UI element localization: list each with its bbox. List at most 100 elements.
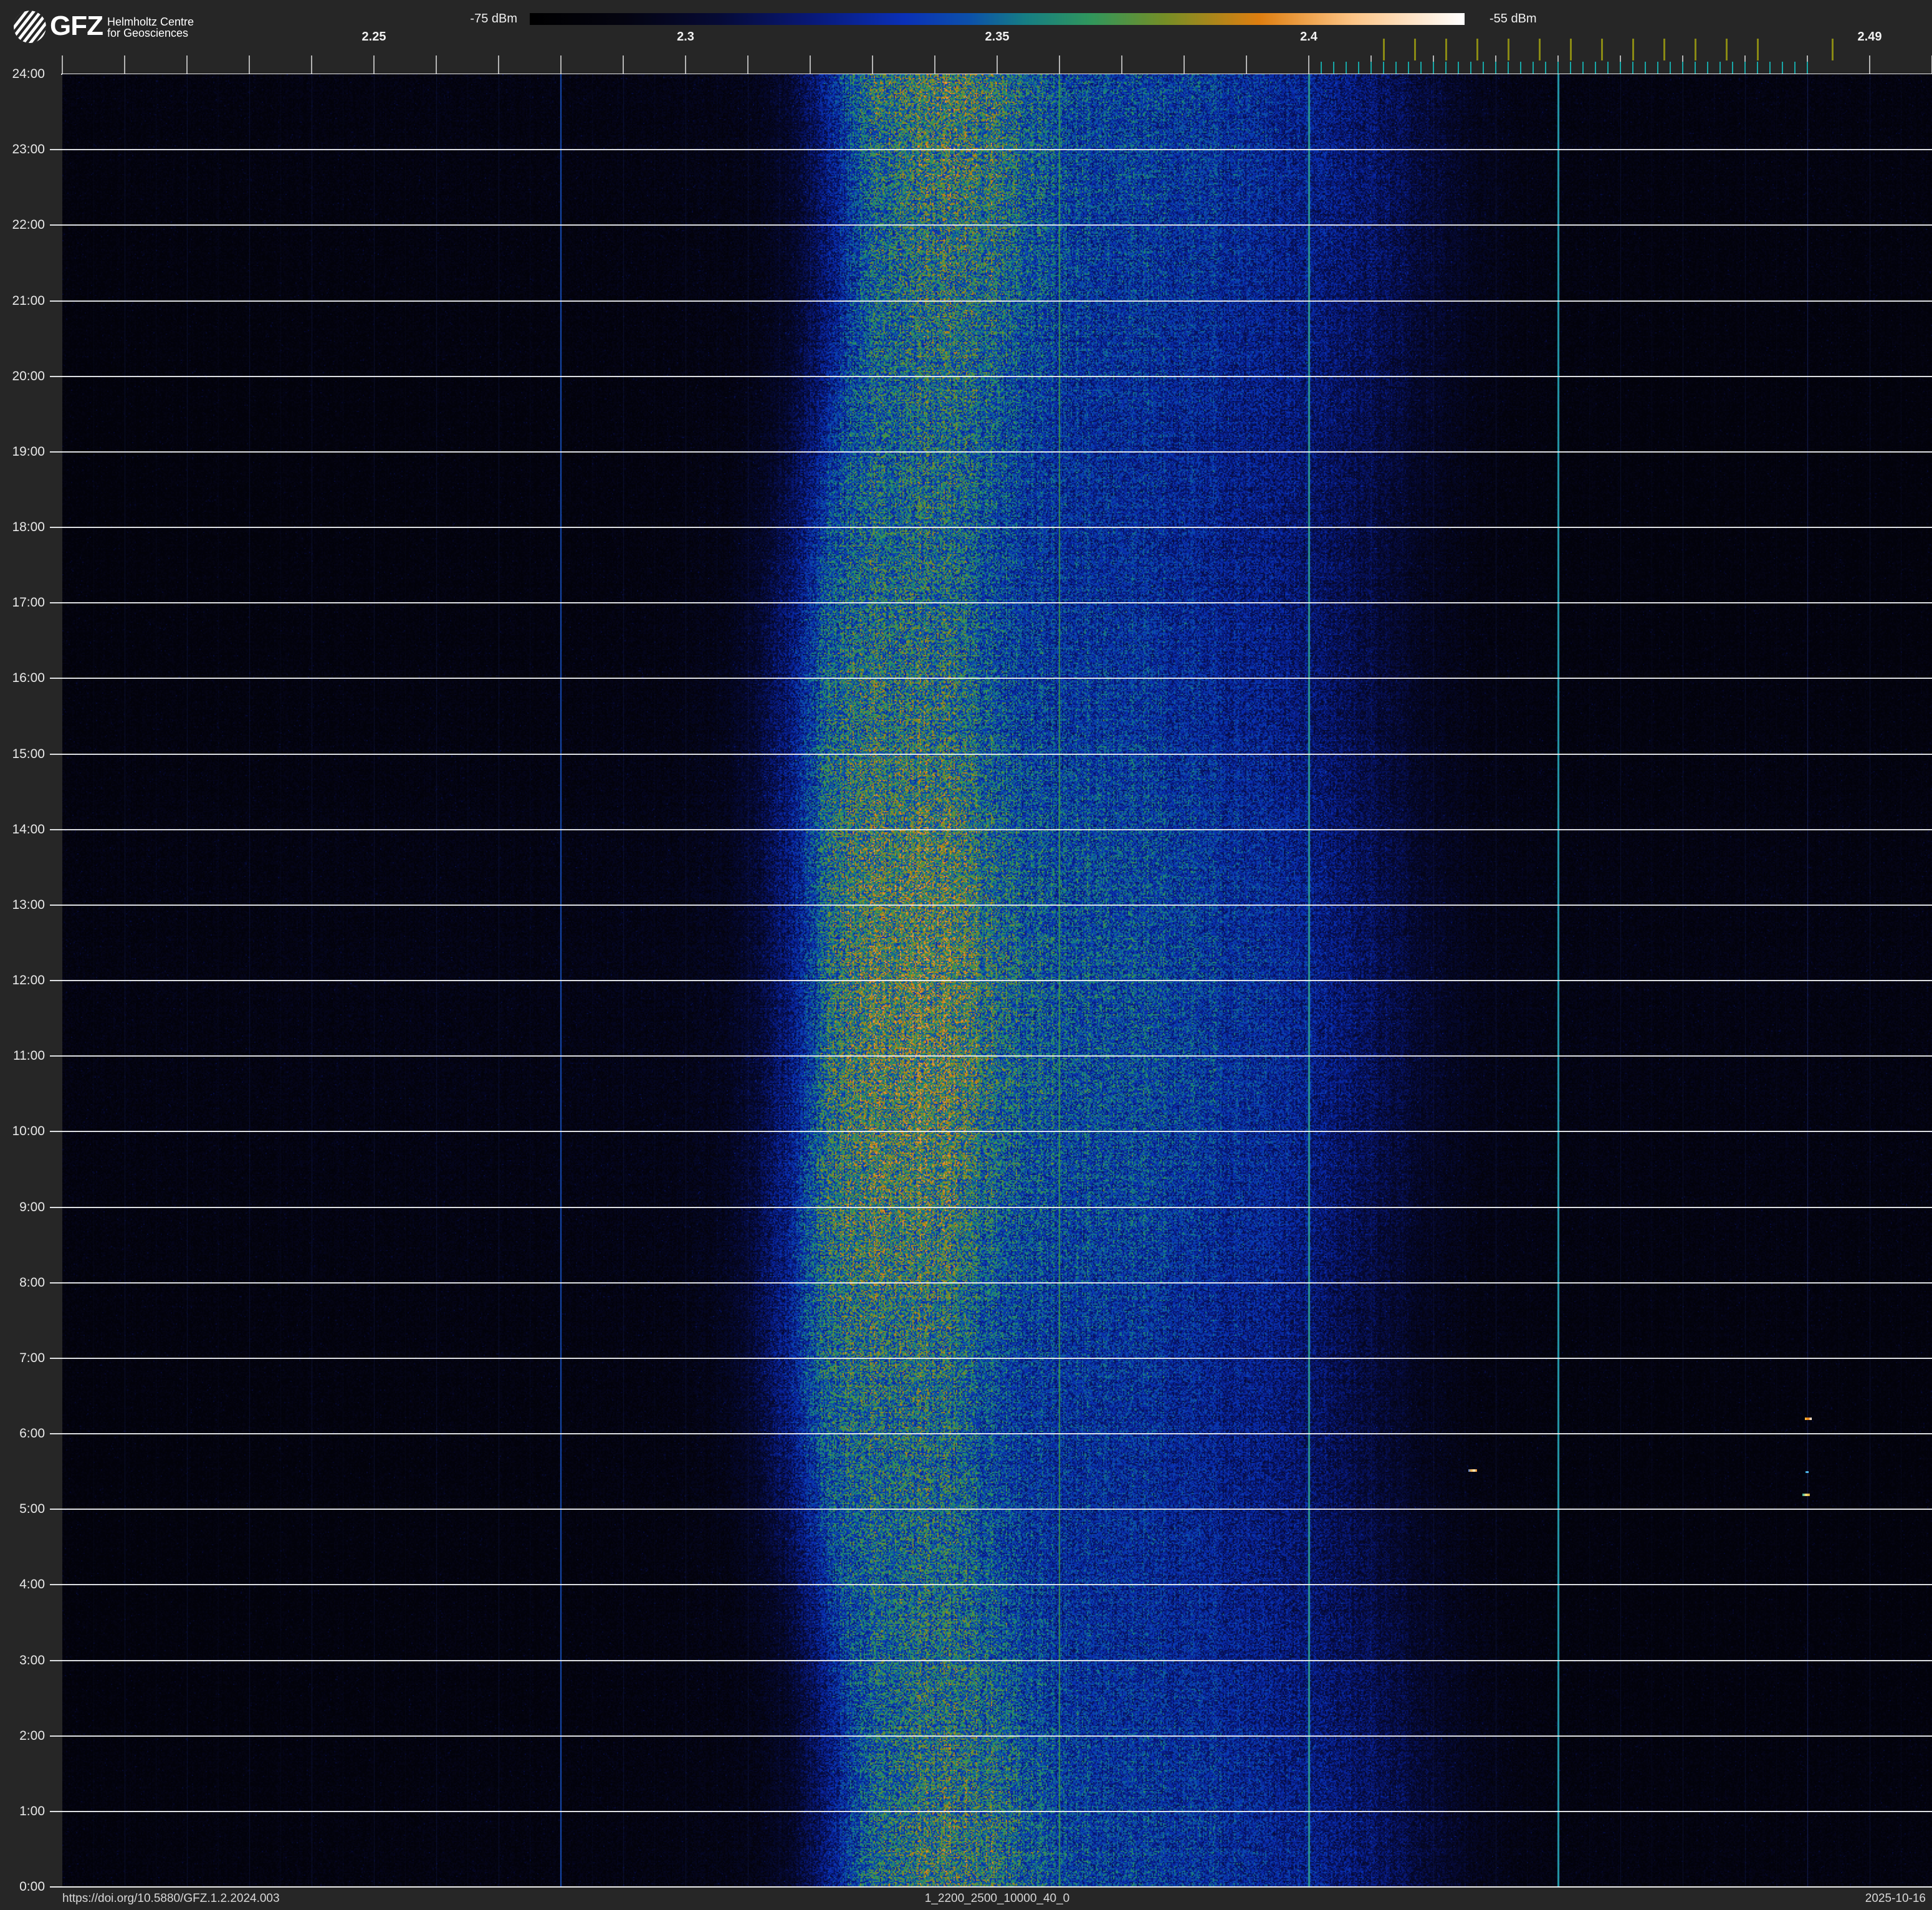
- logo-subtitle-line2: for Geosciences: [107, 27, 189, 39]
- hour-gridline: [50, 1735, 1932, 1737]
- time-tick-label: 23:00: [12, 142, 45, 157]
- frequency-minor-tick: [62, 55, 63, 74]
- ble-channel-tick: [1607, 62, 1609, 74]
- wifi-channel-tick: [1570, 39, 1572, 60]
- hour-gridline: [50, 828, 1932, 830]
- hour-gridline: [50, 1584, 1932, 1586]
- ble-channel-tick: [1719, 62, 1721, 74]
- time-tick-label: 18:00: [12, 520, 45, 534]
- ble-channel-tick: [1346, 62, 1347, 74]
- wifi-channel-tick: [1757, 39, 1759, 60]
- ble-channel-tick: [1545, 62, 1546, 74]
- hour-gridline: [50, 375, 1932, 377]
- wifi-channel-tick: [1726, 39, 1728, 60]
- hour-gridline: [50, 1810, 1932, 1812]
- time-tick-label: 14:00: [12, 822, 45, 837]
- hour-gridline: [50, 678, 1932, 679]
- hour-gridline: [50, 224, 1932, 226]
- hour-gridline: [50, 1206, 1932, 1208]
- ble-channel-tick: [1769, 62, 1771, 74]
- ble-channel-tick: [1383, 62, 1384, 74]
- rf-burst-speck: [1468, 1469, 1477, 1472]
- time-tick-label: 19:00: [12, 444, 45, 459]
- rf-burst-speck: [1805, 1471, 1809, 1473]
- frequency-minor-tick: [373, 55, 375, 74]
- hour-gridline: [50, 527, 1932, 528]
- ble-channel-tick: [1582, 62, 1584, 74]
- time-tick-label: 15:00: [12, 746, 45, 761]
- ble-channel-tick: [1794, 62, 1796, 74]
- time-tick-label: 21:00: [12, 293, 45, 308]
- time-tick-label: 10:00: [12, 1124, 45, 1139]
- frequency-minor-tick: [872, 55, 873, 74]
- ble-channel-tick: [1508, 62, 1509, 74]
- frequency-minor-tick: [186, 55, 188, 74]
- frequency-tick-label: 2.49: [1857, 30, 1882, 44]
- ble-channel-tick: [1657, 62, 1658, 74]
- ble-channel-tick: [1495, 62, 1496, 74]
- hour-gridline: [50, 451, 1932, 453]
- time-tick-label: 20:00: [12, 368, 45, 383]
- frequency-minor-tick: [1059, 55, 1060, 74]
- time-tick-label: 16:00: [12, 671, 45, 686]
- frequency-tick-label: 2.25: [361, 30, 386, 44]
- time-tick-label: 7:00: [19, 1350, 45, 1365]
- footer-date: 2025-10-16: [1865, 1892, 1926, 1905]
- wifi-channel-tick: [1476, 39, 1478, 60]
- ble-channel-tick: [1557, 62, 1559, 74]
- ble-channel-tick: [1595, 62, 1596, 74]
- frequency-minor-tick: [560, 55, 562, 74]
- frequency-minor-tick: [685, 55, 686, 74]
- ble-channel-tick: [1458, 62, 1459, 74]
- ble-channel-tick: [1695, 62, 1696, 74]
- wifi-channel-tick: [1445, 39, 1447, 60]
- hour-gridline: [50, 1433, 1932, 1434]
- time-tick-label: 2:00: [19, 1728, 45, 1743]
- ble-channel-tick: [1645, 62, 1646, 74]
- frequency-minor-tick: [623, 55, 624, 74]
- wifi-channel-tick: [1508, 39, 1509, 60]
- ble-channel-tick: [1445, 62, 1447, 74]
- frequency-tick-label: 2.4: [1300, 30, 1317, 44]
- time-tick-label: 22:00: [12, 218, 45, 233]
- ble-channel-tick: [1744, 62, 1746, 74]
- hour-gridline: [50, 149, 1932, 151]
- wifi-channel-tick: [1632, 39, 1634, 60]
- hour-gridline: [50, 1509, 1932, 1510]
- ble-channel-tick: [1670, 62, 1671, 74]
- time-tick-label: 11:00: [13, 1049, 45, 1063]
- time-tick-label: 0:00: [19, 1879, 45, 1894]
- hour-gridline: [50, 1131, 1932, 1133]
- hour-gridline: [50, 1357, 1932, 1359]
- logo-subtitle-line1: Helmholtz Centre: [107, 16, 194, 28]
- wifi-channel-tick: [1695, 39, 1696, 60]
- time-tick-label: 6:00: [19, 1426, 45, 1441]
- hour-gridline: [50, 753, 1932, 755]
- hour-gridline: [50, 602, 1932, 604]
- wifi-channel-tick: [1832, 39, 1834, 60]
- ble-channel-tick: [1520, 62, 1521, 74]
- frequency-minor-tick: [810, 55, 811, 74]
- time-tick-label: 8:00: [19, 1275, 45, 1290]
- frequency-minor-tick: [249, 55, 250, 74]
- time-tick-label: 17:00: [12, 595, 45, 610]
- ble-channel-tick: [1757, 62, 1758, 74]
- time-tick-label: 3:00: [19, 1653, 45, 1668]
- gfz-logo-icon: [14, 11, 46, 43]
- hour-gridline: [50, 1055, 1932, 1057]
- ble-channel-tick: [1632, 62, 1633, 74]
- colorbar-gradient: [530, 13, 1465, 25]
- logo-acronym: GFZ: [50, 11, 103, 41]
- wifi-channel-tick: [1601, 39, 1603, 60]
- ble-channel-tick: [1620, 62, 1621, 74]
- frequency-minor-tick: [311, 55, 312, 74]
- frequency-minor-tick: [1184, 55, 1185, 74]
- ble-channel-tick: [1682, 62, 1683, 74]
- wifi-channel-tick: [1539, 39, 1541, 60]
- ble-channel-tick: [1570, 62, 1571, 74]
- time-tick-label: 13:00: [12, 897, 45, 912]
- wifi-channel-tick: [1414, 39, 1416, 60]
- bottom-axis-line: [50, 1886, 1932, 1888]
- frequency-minor-tick: [1308, 55, 1309, 74]
- frequency-tick-label: 2.35: [985, 30, 1010, 44]
